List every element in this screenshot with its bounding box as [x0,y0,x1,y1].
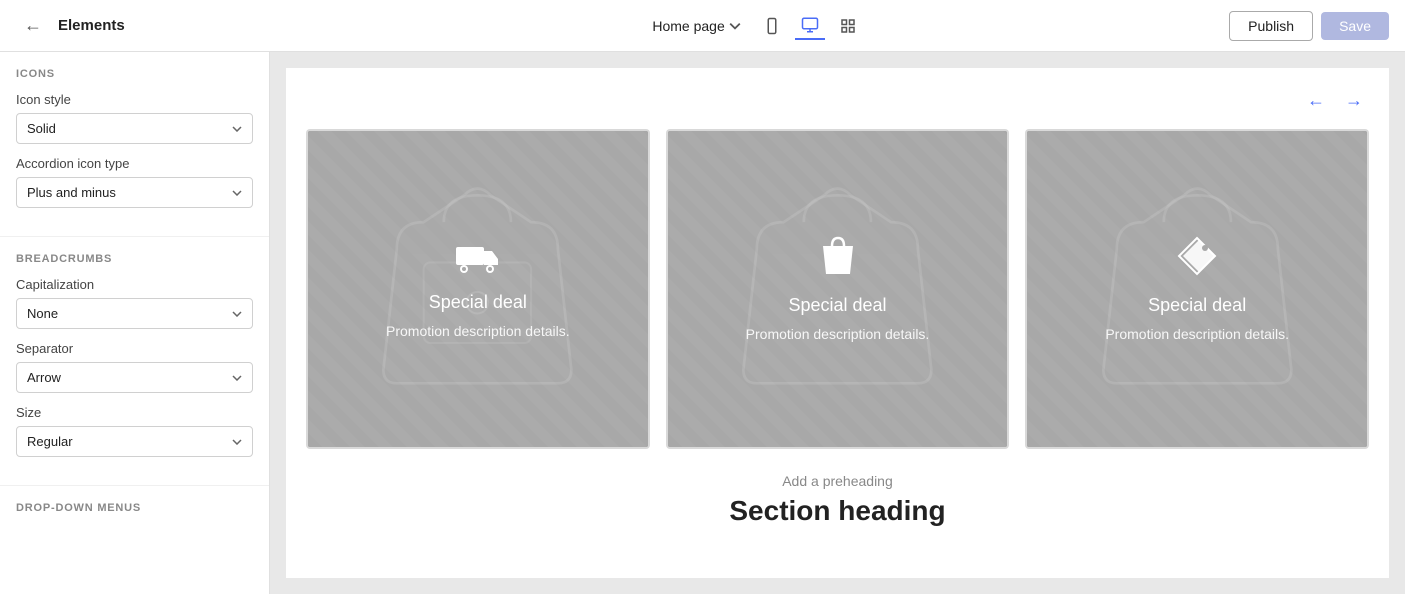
sidebar-section-dropdowns: DROP-DOWN MENUS [0,502,269,542]
section-heading-text: Section heading [306,495,1369,527]
nav-arrows: ← → [306,88,1369,113]
truck-icon [456,240,500,282]
card-3-title: Special deal [1148,295,1246,316]
size-label: Size [16,405,253,420]
separator-field: Separator Arrow Slash Dot Pipe [16,341,253,405]
sidebar-section-breadcrumbs: BREADCRUMBS Capitalization None Uppercas… [0,253,269,486]
promo-card-1[interactable]: Special deal Promotion description detai… [306,129,650,449]
icon-style-field: Icon style Solid Outline Duotone [16,92,253,156]
chevron-down-icon [729,20,741,32]
price-tag-icon [1177,236,1217,285]
separator-select[interactable]: Arrow Slash Dot Pipe [16,362,253,393]
page-title: Elements [58,17,125,34]
card-content-1: Special deal Promotion description detai… [370,224,586,355]
mobile-icon [763,17,781,35]
custom-view-button[interactable] [833,12,863,40]
size-field: Size Small Regular Large [16,405,253,469]
breadcrumbs-section-title: BREADCRUMBS [16,253,253,265]
capitalization-select[interactable]: None Uppercase Lowercase Title case [16,298,253,329]
accordion-icon-type-field: Accordion icon type Plus and minus Arrow… [16,156,253,220]
desktop-view-button[interactable] [795,12,825,40]
publish-button[interactable]: Publish [1229,11,1313,41]
cards-row: Special deal Promotion description detai… [306,129,1369,449]
separator-label: Separator [16,341,253,356]
next-arrow-button[interactable]: → [1339,88,1369,113]
header-right: Publish Save [1229,11,1389,41]
main-layout: ICONS Icon style Solid Outline Duotone A… [0,52,1405,594]
icons-section-title: ICONS [16,68,253,80]
capitalization-field: Capitalization None Uppercase Lowercase … [16,277,253,341]
accordion-icon-type-label: Accordion icon type [16,156,253,171]
page-selector-label: Home page [652,18,724,34]
page-selector[interactable]: Home page [652,18,740,34]
promo-card-3[interactable]: Special deal Promotion description detai… [1025,129,1369,449]
sidebar: ICONS Icon style Solid Outline Duotone A… [0,52,270,594]
canvas: ← → [270,52,1405,594]
sidebar-section-icons: ICONS Icon style Solid Outline Duotone A… [0,68,269,237]
section-info: Add a preheading Section heading [306,473,1369,527]
icon-style-select[interactable]: Solid Outline Duotone [16,113,253,144]
card-3-desc: Promotion description details. [1105,326,1289,342]
view-icons [757,12,863,40]
canvas-inner: ← → [286,68,1389,578]
promo-card-2[interactable]: Special deal Promotion description detai… [666,129,1010,449]
card-content-3: Special deal Promotion description detai… [1089,220,1305,358]
card-2-title: Special deal [788,295,886,316]
mobile-view-button[interactable] [757,12,787,40]
size-select[interactable]: Small Regular Large [16,426,253,457]
prev-arrow-button[interactable]: ← [1301,88,1331,113]
preheading-text: Add a preheading [306,473,1369,489]
back-button[interactable]: ← [16,11,50,40]
save-button[interactable]: Save [1321,12,1389,40]
custom-view-icon [839,17,857,35]
header-center: Home page [298,12,1217,40]
dropdowns-section-title: DROP-DOWN MENUS [16,502,253,514]
accordion-icon-type-select[interactable]: Plus and minus Arrow Chevron [16,177,253,208]
card-content-2: Special deal Promotion description detai… [730,220,946,358]
capitalization-label: Capitalization [16,277,253,292]
card-1-desc: Promotion description details. [386,323,570,339]
shopping-bag-icon [821,236,855,285]
desktop-icon [801,16,819,34]
header: ← Elements Home page Publish Save [0,0,1405,52]
header-left: ← Elements [16,11,286,40]
card-2-desc: Promotion description details. [746,326,930,342]
icon-style-label: Icon style [16,92,253,107]
card-1-title: Special deal [429,292,527,313]
